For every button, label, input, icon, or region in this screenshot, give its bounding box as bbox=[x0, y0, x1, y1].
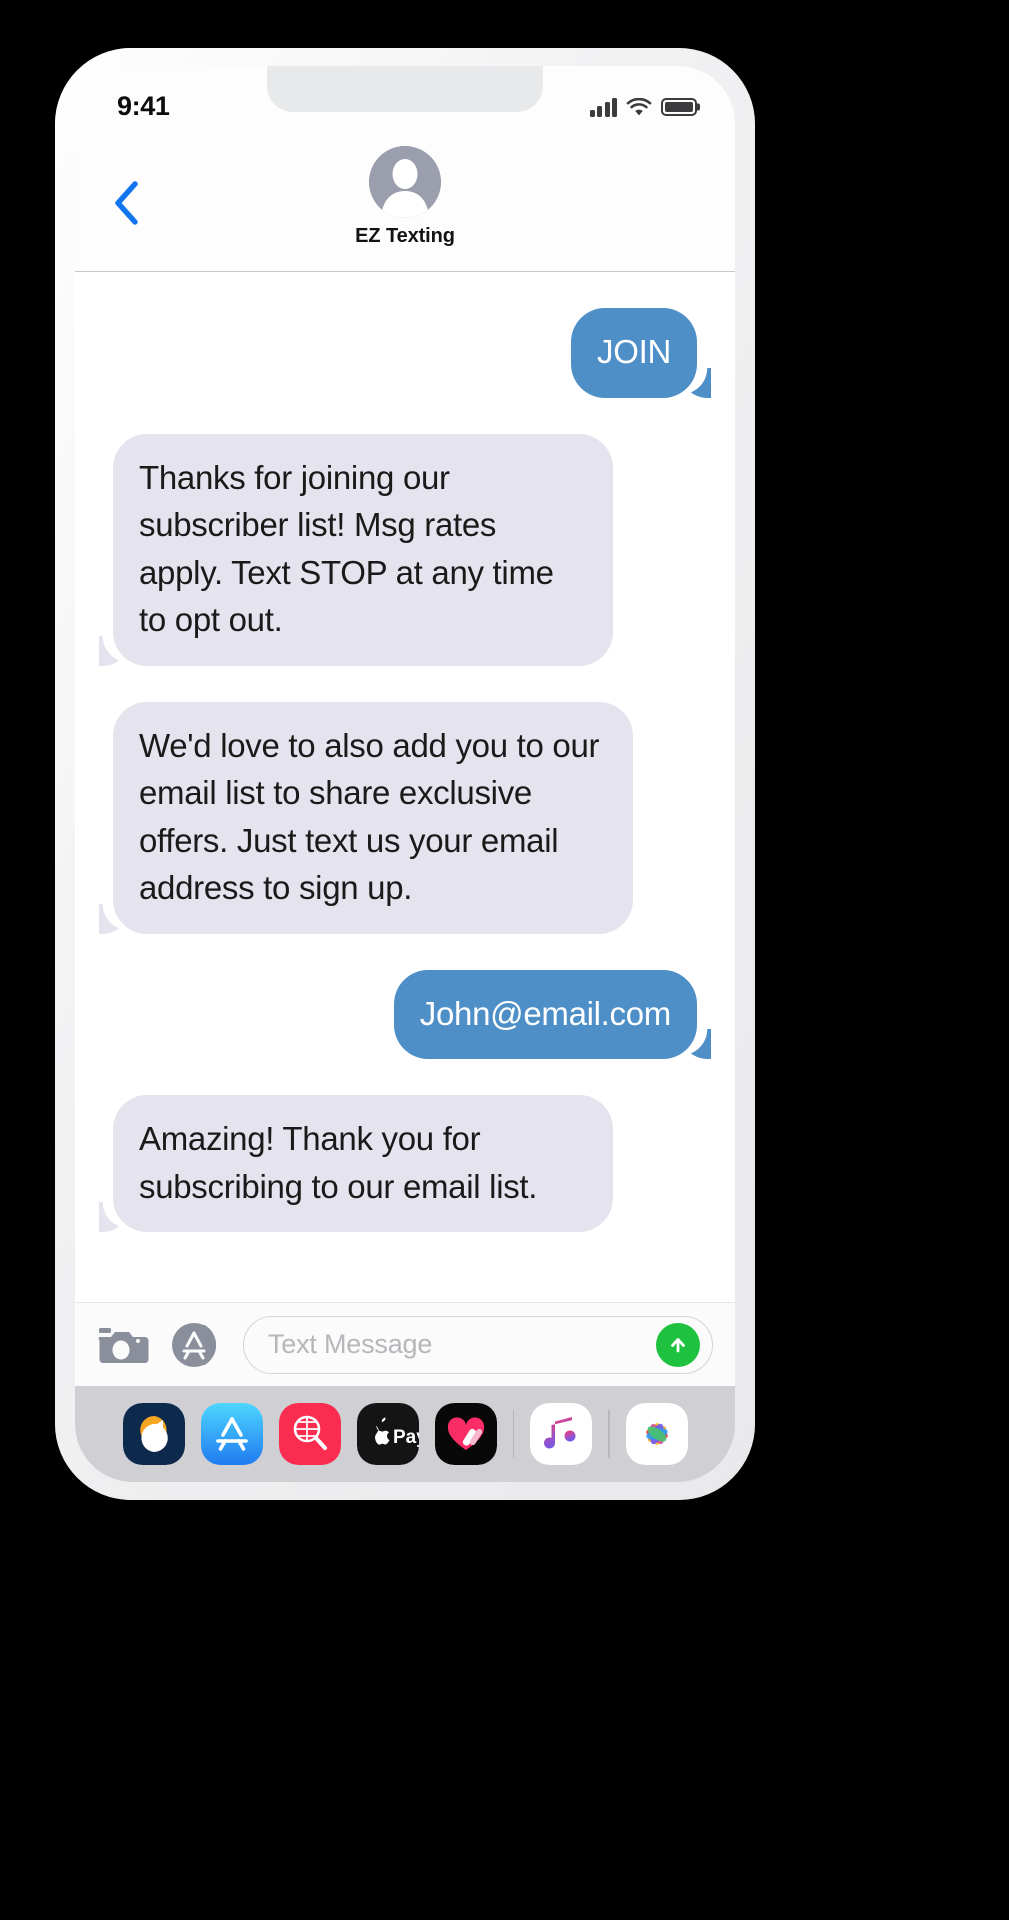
battery-full-icon bbox=[661, 98, 697, 116]
digital-touch-icon bbox=[434, 1403, 497, 1465]
contact-avatar-icon bbox=[369, 146, 441, 218]
imessage-app-store-icon bbox=[172, 1322, 217, 1367]
message-bubble-incoming[interactable]: We'd love to also add you to our email l… bbox=[113, 701, 633, 934]
send-button[interactable] bbox=[656, 1322, 700, 1367]
back-button[interactable] bbox=[99, 176, 153, 230]
app-store-icon[interactable] bbox=[200, 1403, 263, 1465]
apple-music-icon[interactable] bbox=[530, 1403, 592, 1465]
message-row: Thanks for joining our subscriber list! … bbox=[103, 433, 707, 666]
message-thread[interactable]: JOIN Thanks for joining our subscriber l… bbox=[75, 272, 735, 1302]
photos-icon[interactable] bbox=[625, 1403, 688, 1465]
digital-touch-icon[interactable] bbox=[434, 1403, 497, 1465]
handoff-app-icon bbox=[122, 1403, 185, 1465]
apple-pay-icon[interactable]: Pay bbox=[356, 1403, 419, 1465]
app-store-icon bbox=[200, 1403, 263, 1465]
chevron-left-icon bbox=[115, 181, 138, 225]
message-row: John@email.com bbox=[103, 969, 707, 1060]
avatar bbox=[369, 146, 441, 218]
apple-music-icon bbox=[530, 1403, 592, 1465]
device-notch bbox=[267, 66, 543, 112]
send-arrow-up-icon bbox=[671, 1337, 685, 1352]
phone-screen: 9:41 EZ Texting JOIN Thanks for joining … bbox=[75, 66, 735, 1482]
message-row: JOIN bbox=[103, 308, 707, 398]
handoff-app-icon[interactable] bbox=[122, 1403, 185, 1465]
camera-button[interactable] bbox=[97, 1324, 149, 1366]
svg-text:Pay: Pay bbox=[393, 1427, 419, 1448]
screenshot-stage: 9:41 EZ Texting JOIN Thanks for joining … bbox=[0, 0, 1009, 1920]
imessage-app-dock: Pay bbox=[75, 1386, 735, 1482]
status-time: 9:41 bbox=[117, 90, 170, 121]
dock-divider bbox=[512, 1410, 514, 1458]
dock-divider bbox=[608, 1410, 610, 1458]
conversation-nav-bar: EZ Texting bbox=[75, 140, 735, 272]
camera-icon bbox=[98, 1327, 149, 1363]
photo-search-icon[interactable] bbox=[278, 1403, 341, 1465]
imessage-apps-button[interactable] bbox=[171, 1320, 221, 1370]
contact-name: EZ Texting bbox=[355, 225, 455, 247]
status-icon-group bbox=[589, 97, 697, 117]
message-bubble-incoming[interactable]: Amazing! Thank you for subscribing to ou… bbox=[113, 1095, 613, 1233]
photos-icon bbox=[625, 1403, 688, 1465]
message-bubble-outgoing[interactable]: John@email.com bbox=[393, 969, 697, 1060]
message-input-bar: Text Message bbox=[75, 1302, 735, 1386]
photo-search-icon bbox=[278, 1403, 341, 1465]
cellular-signal-icon bbox=[589, 97, 617, 117]
message-bubble-outgoing[interactable]: JOIN bbox=[571, 308, 697, 398]
contact-header[interactable]: EZ Texting bbox=[355, 146, 455, 248]
message-input-placeholder: Text Message bbox=[268, 1329, 433, 1359]
message-row: We'd love to also add you to our email l… bbox=[103, 701, 707, 934]
message-input-field[interactable]: Text Message bbox=[243, 1315, 713, 1374]
wifi-icon bbox=[626, 97, 652, 115]
apple-pay-icon: Pay bbox=[356, 1403, 419, 1465]
message-row: Amazing! Thank you for subscribing to ou… bbox=[103, 1095, 707, 1233]
message-bubble-incoming[interactable]: Thanks for joining our subscriber list! … bbox=[113, 433, 613, 666]
